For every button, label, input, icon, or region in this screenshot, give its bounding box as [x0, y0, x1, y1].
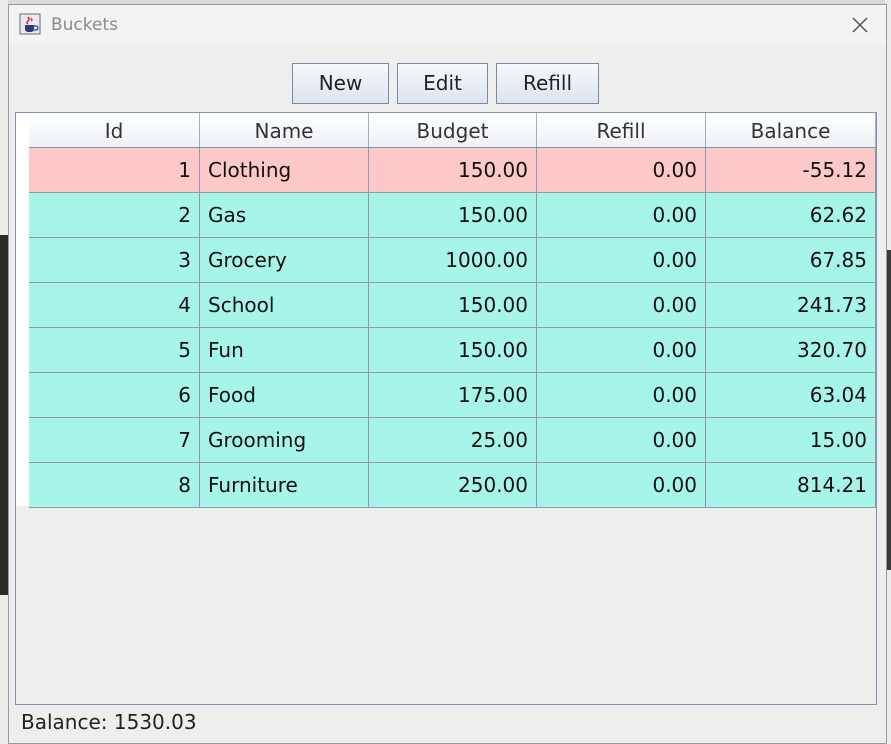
cell-id[interactable]: 2 — [29, 193, 200, 238]
cell-balance[interactable]: 67.85 — [706, 238, 876, 283]
cell-budget[interactable]: 150.00 — [369, 283, 537, 328]
cell-refill[interactable]: 0.00 — [537, 418, 706, 463]
cell-name[interactable]: Furniture — [200, 463, 369, 508]
table-row[interactable]: 1 Clothing 150.00 0.00 -55.12 — [29, 148, 876, 193]
cell-name[interactable]: Clothing — [200, 148, 369, 193]
cell-balance[interactable]: 814.21 — [706, 463, 876, 508]
table-row[interactable]: 3 Grocery 1000.00 0.00 67.85 — [29, 238, 876, 283]
cell-budget[interactable]: 150.00 — [369, 193, 537, 238]
table-row[interactable]: 6 Food 175.00 0.00 63.04 — [29, 373, 876, 418]
balance-label: Balance: — [21, 710, 108, 734]
cell-name[interactable]: School — [200, 283, 369, 328]
close-icon[interactable] — [848, 13, 872, 37]
cell-balance[interactable]: 241.73 — [706, 283, 876, 328]
cell-budget[interactable]: 250.00 — [369, 463, 537, 508]
cell-refill[interactable]: 0.00 — [537, 463, 706, 508]
cell-refill[interactable]: 0.00 — [537, 373, 706, 418]
cell-budget[interactable]: 1000.00 — [369, 238, 537, 283]
cell-budget[interactable]: 150.00 — [369, 328, 537, 373]
cell-id[interactable]: 3 — [29, 238, 200, 283]
balance-value: 1530.03 — [113, 710, 197, 734]
cell-balance[interactable]: 63.04 — [706, 373, 876, 418]
new-button[interactable]: New — [292, 63, 389, 104]
column-header-name[interactable]: Name — [200, 113, 369, 147]
column-header-id[interactable]: Id — [29, 113, 200, 147]
cell-name[interactable]: Grocery — [200, 238, 369, 283]
buckets-table[interactable]: Id Name Budget Refill Balance 1 Clothing 1… — [15, 112, 877, 705]
cell-id[interactable]: 4 — [29, 283, 200, 328]
column-header-balance[interactable]: Balance — [706, 113, 876, 147]
table-row[interactable]: 5 Fun 150.00 0.00 320.70 — [29, 328, 876, 373]
cell-name[interactable]: Fun — [200, 328, 369, 373]
cell-budget[interactable]: 175.00 — [369, 373, 537, 418]
cell-name[interactable]: Food — [200, 373, 369, 418]
java-cup-icon — [19, 13, 41, 35]
buckets-window: Buckets New Edit Refill Id Name Budget R… — [8, 4, 887, 744]
edit-button[interactable]: Edit — [397, 63, 488, 104]
cell-refill[interactable]: 0.00 — [537, 193, 706, 238]
title-bar[interactable]: Buckets — [9, 5, 886, 45]
cell-id[interactable]: 1 — [29, 148, 200, 193]
cell-refill[interactable]: 0.00 — [537, 328, 706, 373]
table-row[interactable]: 7 Grooming 25.00 0.00 15.00 — [29, 418, 876, 463]
column-header-budget[interactable]: Budget — [369, 113, 537, 147]
cell-id[interactable]: 7 — [29, 418, 200, 463]
cell-id[interactable]: 5 — [29, 328, 200, 373]
cell-balance[interactable]: 15.00 — [706, 418, 876, 463]
background-window-left-dark — [0, 235, 8, 595]
status-bar: Balance: 1530.03 — [21, 710, 197, 734]
column-header-refill[interactable]: Refill — [537, 113, 706, 147]
cell-name[interactable]: Gas — [200, 193, 369, 238]
table-row[interactable]: 8 Furniture 250.00 0.00 814.21 — [29, 463, 876, 508]
refill-button[interactable]: Refill — [496, 63, 599, 104]
cell-budget[interactable]: 25.00 — [369, 418, 537, 463]
cell-refill[interactable]: 0.00 — [537, 148, 706, 193]
cell-id[interactable]: 6 — [29, 373, 200, 418]
table-header: Id Name Budget Refill Balance — [29, 113, 876, 148]
cell-refill[interactable]: 0.00 — [537, 238, 706, 283]
cell-refill[interactable]: 0.00 — [537, 283, 706, 328]
row-header-gutter — [16, 113, 30, 506]
cell-balance[interactable]: 320.70 — [706, 328, 876, 373]
window-title: Buckets — [51, 15, 119, 35]
cell-budget[interactable]: 150.00 — [369, 148, 537, 193]
table-row[interactable]: 2 Gas 150.00 0.00 62.62 — [29, 193, 876, 238]
cell-id[interactable]: 8 — [29, 463, 200, 508]
cell-name[interactable]: Grooming — [200, 418, 369, 463]
cell-balance[interactable]: 62.62 — [706, 193, 876, 238]
cell-balance[interactable]: -55.12 — [706, 148, 876, 193]
table-row[interactable]: 4 School 150.00 0.00 241.73 — [29, 283, 876, 328]
